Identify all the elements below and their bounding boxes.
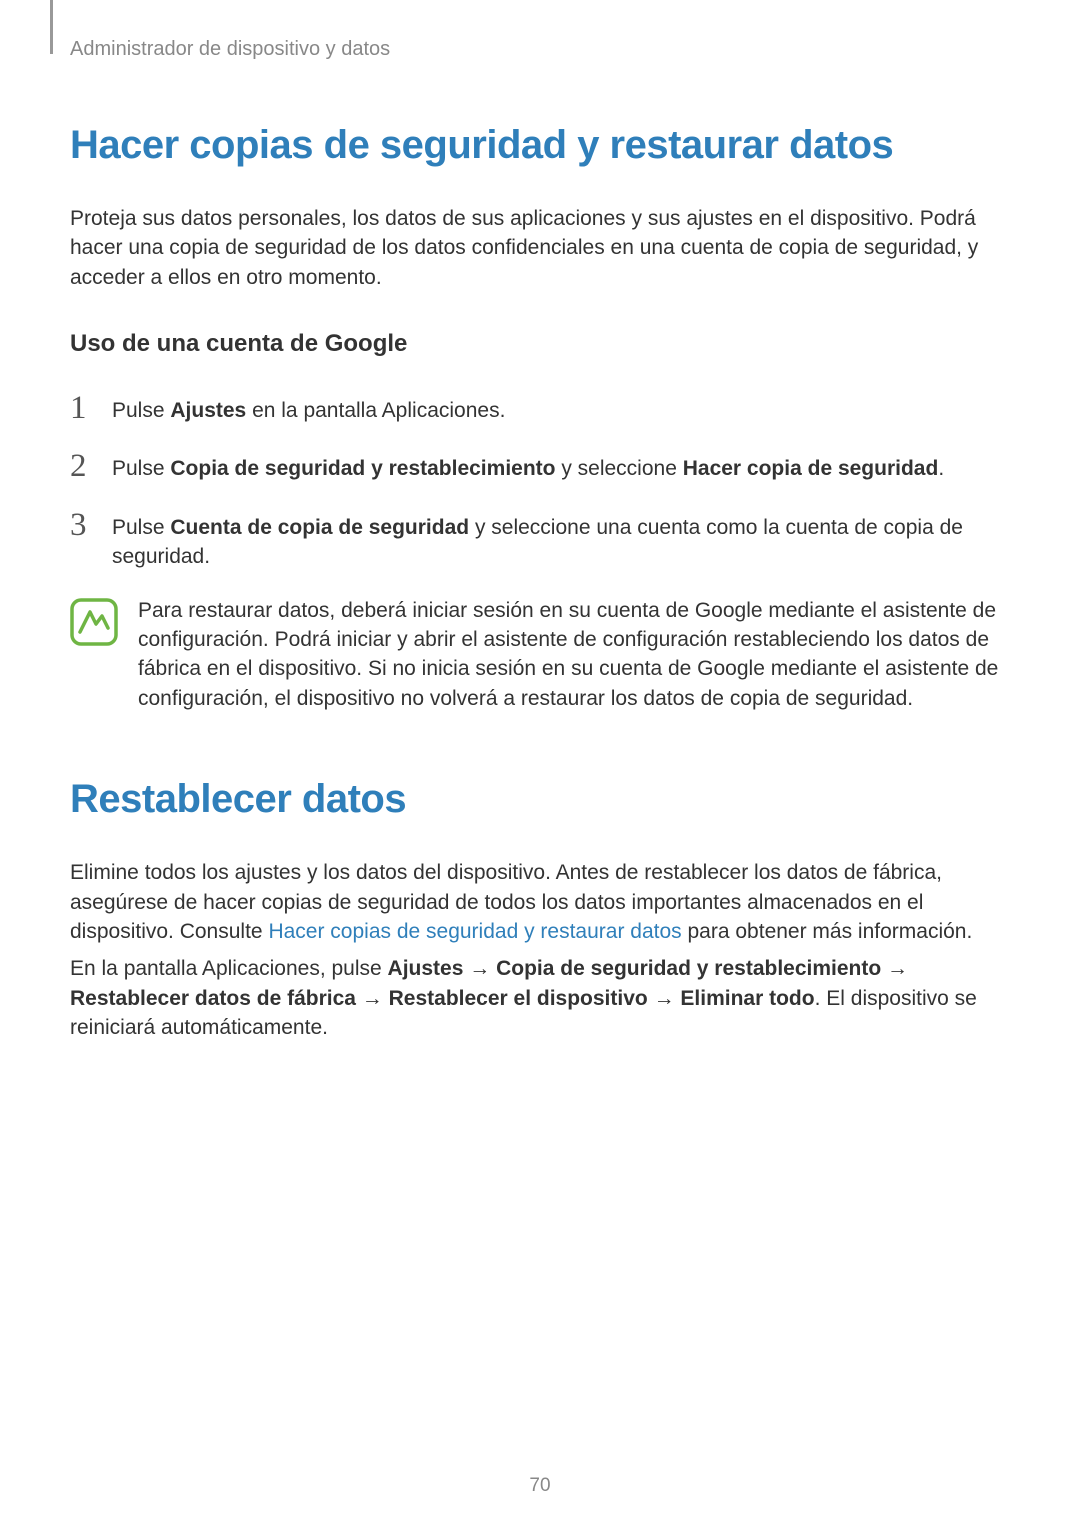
step-1: 1 Pulse Ajustes en la pantalla Aplicacio… [70, 390, 1010, 426]
step-content: Pulse Copia de seguridad y restablecimie… [112, 448, 944, 483]
note-text: Para restaurar datos, deberá iniciar ses… [138, 596, 1010, 714]
step-3: 3 Pulse Cuenta de copia de seguridad y s… [70, 507, 1010, 572]
text: para obtener más información. [682, 920, 973, 943]
step-number: 3 [70, 507, 112, 543]
arrow-icon: → [356, 987, 389, 1010]
page-number: 70 [0, 1475, 1080, 1497]
bold-text: Copia de seguridad y restablecimiento [496, 957, 881, 980]
bold-text: Ajustes [388, 957, 464, 980]
step-content: Pulse Ajustes en la pantalla Aplicacione… [112, 390, 505, 425]
step-content: Pulse Cuenta de copia de seguridad y sel… [112, 507, 1010, 572]
step-2: 2 Pulse Copia de seguridad y restablecim… [70, 448, 1010, 484]
note-block: Para restaurar datos, deberá iniciar ses… [70, 596, 1010, 714]
intro-paragraph: Proteja sus datos personales, los datos … [70, 204, 1010, 292]
text: Pulse [112, 399, 170, 422]
page-content: Administrador de dispositivo y datos Hac… [0, 0, 1080, 1090]
note-icon [70, 598, 118, 646]
text: en la pantalla Aplicaciones. [246, 399, 505, 422]
step-number: 2 [70, 448, 112, 484]
step-number: 1 [70, 390, 112, 426]
bold-text: Eliminar todo [680, 987, 814, 1010]
reset-paragraph-1: Elimine todos los ajustes y los datos de… [70, 858, 1010, 946]
bold-text: Cuenta de copia de seguridad [170, 516, 469, 539]
subheading-google: Uso de una cuenta de Google [70, 330, 1010, 358]
bold-text: Ajustes [170, 399, 246, 422]
bold-text: Copia de seguridad y restablecimiento [170, 457, 555, 480]
header-mark [50, 0, 53, 54]
breadcrumb: Administrador de dispositivo y datos [70, 38, 1010, 61]
bold-text: Hacer copia de seguridad [683, 457, 939, 480]
steps-list: 1 Pulse Ajustes en la pantalla Aplicacio… [70, 390, 1010, 571]
section-title-reset: Restablecer datos [70, 777, 1010, 822]
section-title-backup: Hacer copias de seguridad y restaurar da… [70, 123, 1010, 168]
reset-paragraph-2: En la pantalla Aplicaciones, pulse Ajust… [70, 954, 1010, 1042]
text: En la pantalla Aplicaciones, pulse [70, 957, 388, 980]
bold-text: Restablecer el dispositivo [389, 987, 648, 1010]
text: Pulse [112, 516, 170, 539]
link-backup-restore[interactable]: Hacer copias de seguridad y restaurar da… [268, 920, 681, 943]
arrow-icon: → [648, 987, 681, 1010]
bold-text: Restablecer datos de fábrica [70, 987, 356, 1010]
text: . [938, 457, 944, 480]
text: y seleccione [555, 457, 682, 480]
arrow-icon: → [463, 957, 496, 980]
text: Pulse [112, 457, 170, 480]
arrow-icon: → [881, 957, 908, 980]
